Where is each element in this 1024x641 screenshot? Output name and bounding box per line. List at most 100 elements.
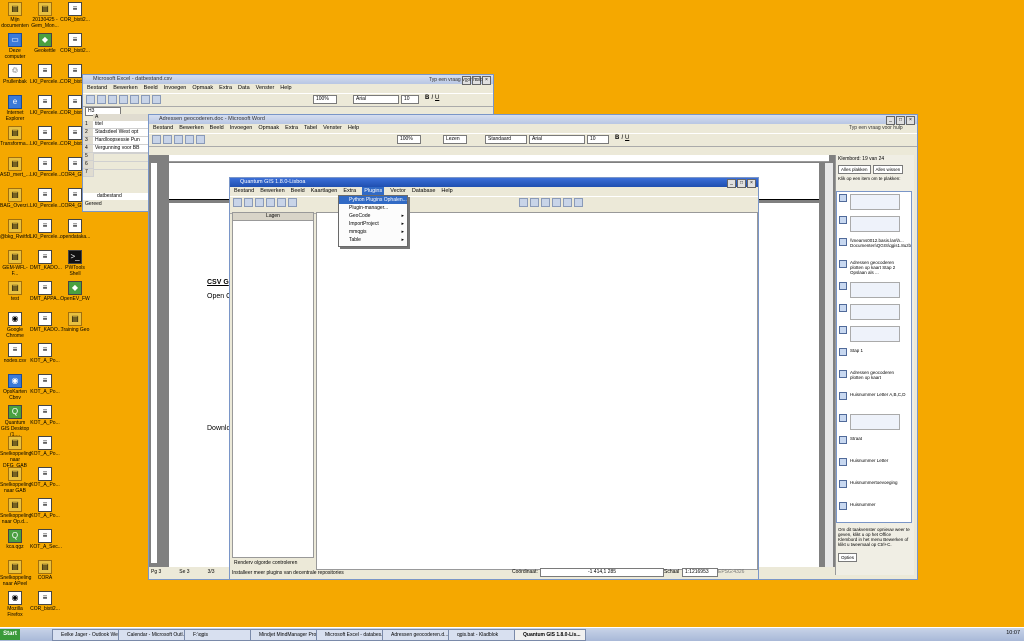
desktop-icon[interactable]: ≡ KOT_A_Sec... [30, 529, 62, 550]
menu-item[interactable]: Beeld [210, 124, 224, 133]
desktop-icon[interactable]: ≡ COR_bisti2... [30, 591, 60, 612]
taskbar-button[interactable]: Quantum GIS 1.8.0-Lis... [514, 629, 586, 641]
menu-item[interactable]: Bestand [153, 124, 173, 133]
desktop-icon[interactable]: ▭ Deze computer [0, 33, 30, 60]
menu-item[interactable]: Kaartlagen [311, 187, 338, 196]
desktop-icon[interactable]: ▤ Snelkoppeling naar APeel [0, 560, 31, 587]
desktop-icon[interactable]: ♲ Prullenbak [0, 64, 30, 85]
clipboard-item[interactable] [839, 414, 907, 430]
table-cell[interactable] [93, 153, 156, 154]
close-button[interactable]: × [906, 116, 915, 125]
menu-item[interactable]: Help [348, 124, 359, 133]
word-size[interactable]: 10 [587, 135, 609, 144]
menu-item[interactable]: Invoegen [230, 124, 253, 133]
desktop-icon[interactable]: ≡ DMT_APPA... [30, 281, 61, 302]
desktop-icon[interactable]: ≡ KOT_A_Po... [30, 467, 60, 488]
desktop-icon[interactable]: ≡ LKI_Percele... [30, 157, 61, 178]
desktop-icon[interactable]: ≡ LKI_Percele... [30, 188, 61, 209]
open-icon[interactable] [163, 135, 172, 144]
desktop-icon[interactable]: ▤ Snelkoppeling naar Op.d... [0, 498, 31, 525]
menu-item[interactable]: Help [441, 187, 452, 196]
taskbar-button[interactable]: Calendar - Microsoft Outl... [118, 629, 190, 641]
zoom-full-icon[interactable] [552, 198, 561, 207]
menu-item[interactable]: Venster [323, 124, 342, 133]
desktop-icon[interactable]: ▤ ASD_mert_... [0, 157, 30, 178]
clipboard-item[interactable] [839, 216, 907, 232]
paste-all-button[interactable]: Alles plakken [838, 165, 871, 174]
start-button[interactable]: Start [0, 629, 20, 640]
clipboard-item[interactable]: \\meams0012.basis.lan\h... Documenten\QG… [839, 238, 911, 248]
desktop-icon[interactable]: ≡ nodes.csv [0, 343, 30, 364]
word-read-button[interactable]: Lezen [443, 135, 467, 144]
menu-item[interactable]: Beeld [291, 187, 305, 196]
clipboard-item[interactable]: Adressen geocoderen plotten op kaart Sta… [839, 260, 907, 275]
add-vector-icon[interactable] [277, 198, 286, 207]
print-icon[interactable] [185, 135, 194, 144]
desktop-icon[interactable]: ▤ BAG_Overzi... [0, 188, 32, 209]
plugins-menu-item[interactable]: Table ▸ [339, 236, 407, 244]
word-help-box[interactable]: Typ een vraag voor hulp [849, 125, 903, 131]
save-icon[interactable] [108, 95, 117, 104]
table-cell[interactable]: Vergunning voor BB [93, 145, 156, 153]
word-style[interactable]: Standaard [485, 135, 527, 144]
close-button[interactable]: × [747, 179, 756, 188]
taskbar-button[interactable]: Eelke Jager - Outlook We... [52, 629, 124, 641]
plugins-menu-item[interactable]: Plugin-manager... [339, 204, 407, 212]
epsg-label[interactable]: EPSG:4326 [718, 569, 744, 575]
word-titlebar[interactable]: Adressen geocoderen.doc - Microsoft Word… [149, 115, 917, 125]
new-project-icon[interactable] [233, 198, 242, 207]
cut-icon[interactable] [130, 95, 139, 104]
new-icon[interactable] [152, 135, 161, 144]
bold-button[interactable]: B [615, 135, 619, 145]
coordinate-field[interactable]: -1 414,1 285 [540, 568, 664, 577]
desktop-icon[interactable]: ▤ 20130425 - Gem_Mon... [30, 2, 60, 29]
close-button[interactable]: × [482, 76, 491, 85]
new-icon[interactable] [86, 95, 95, 104]
desktop-icon[interactable]: ≡ COR_bisti2... [60, 33, 90, 54]
menu-item[interactable]: Bestand [87, 84, 107, 93]
italic-button[interactable]: I [621, 135, 623, 145]
menu-item[interactable]: Bewerken [260, 187, 284, 196]
zoom-out-icon[interactable] [541, 198, 550, 207]
print-icon[interactable] [266, 198, 275, 207]
clipboard-item[interactable]: Huisnummer [839, 502, 907, 510]
clipboard-item[interactable]: Huisnummertoevoeging [839, 480, 907, 488]
menu-item[interactable]: Opmaak [258, 124, 279, 133]
menu-item[interactable]: Database [412, 187, 436, 196]
spell-icon[interactable] [196, 135, 205, 144]
column-a-header[interactable]: A [93, 114, 155, 121]
pan-icon[interactable] [519, 198, 528, 207]
table-cell[interactable]: titel [93, 121, 156, 129]
desktop-icon[interactable]: ◆ OpenEV_FW [60, 281, 90, 302]
desktop-icon[interactable]: ≡ DMT_KADO... [30, 250, 62, 271]
table-cell[interactable] [93, 161, 156, 162]
clipboard-item[interactable]: Stap 1 [839, 348, 907, 356]
clipboard-item[interactable]: Adressen geocoderen plotten op kaart [839, 370, 907, 380]
paste-icon[interactable] [152, 95, 161, 104]
word-scrollbar[interactable] [825, 163, 833, 567]
table-cell[interactable] [93, 169, 156, 170]
qgis-window[interactable]: Quantum GIS 1.8.0-Lisboa _ □ × Bestand Bewe… [229, 177, 759, 580]
menu-item[interactable]: Extra [219, 84, 232, 93]
taskbar-button[interactable]: Microsoft Excel - databes... [316, 629, 388, 641]
menu-item[interactable]: Venster [256, 84, 275, 93]
clipboard-item[interactable] [839, 304, 907, 320]
desktop-icon[interactable]: ≡ opendataka... [60, 219, 90, 240]
menu-item[interactable]: Help [280, 84, 291, 93]
menu-item[interactable]: Bestand [234, 187, 254, 196]
table-cell[interactable]: Stadsdeel West opt [93, 129, 156, 137]
word-font[interactable]: Arial [529, 135, 585, 144]
menu-item[interactable]: Invoegen [164, 84, 187, 93]
menu-item[interactable]: Data [238, 84, 250, 93]
menu-item[interactable]: Beeld [144, 84, 158, 93]
print-icon[interactable] [119, 95, 128, 104]
add-raster-icon[interactable] [288, 198, 297, 207]
desktop-icon[interactable]: Q Quantum GIS Desktop (1.... [0, 405, 30, 438]
desktop-icon[interactable]: ▤ Mijn documenten [0, 2, 30, 29]
desktop-icon[interactable]: ≡ KOT_A_Po... [30, 498, 60, 519]
desktop-icon[interactable]: ≡ KOT_A_Po... [30, 374, 60, 395]
table-cell[interactable]: Hardloopsessie Pun [93, 137, 156, 145]
clipboard-item[interactable] [839, 326, 907, 342]
open-project-icon[interactable] [244, 198, 253, 207]
maximize-button[interactable]: □ [896, 116, 905, 125]
